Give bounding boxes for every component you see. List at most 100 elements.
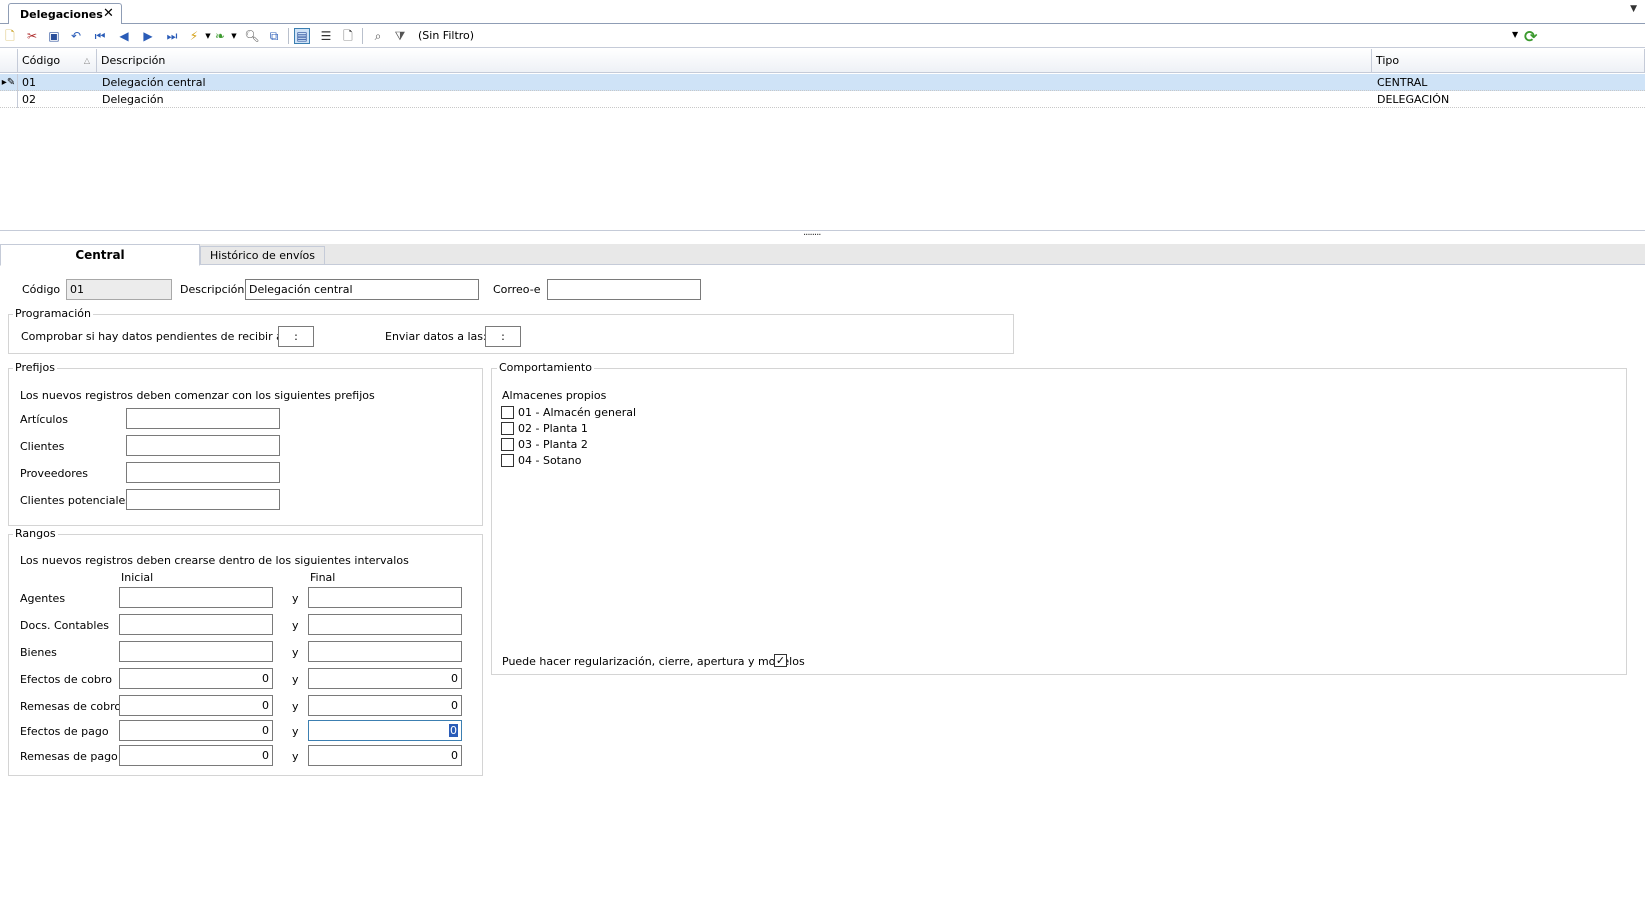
- y-label: y: [292, 673, 299, 686]
- regularizacion-label: Puede hacer regularización, cierre, aper…: [502, 655, 805, 668]
- regularizacion-checkbox[interactable]: ✓: [774, 654, 787, 667]
- correo-field[interactable]: [547, 279, 701, 300]
- column-header-descripcion[interactable]: Descripción: [97, 49, 1372, 73]
- codigo-field[interactable]: 01: [66, 279, 172, 300]
- first-record-icon[interactable]: ⏮: [92, 28, 108, 44]
- cell-tipo: CENTRAL: [1377, 76, 1428, 89]
- comprobar-time-field[interactable]: :: [278, 326, 314, 347]
- document-tab-delegaciones[interactable]: Delegaciones ✕: [8, 3, 122, 25]
- copy-icon[interactable]: ⧉: [266, 28, 282, 44]
- rango-docs-contables-final[interactable]: [308, 614, 462, 635]
- almacen-checkbox[interactable]: [501, 454, 514, 467]
- next-record-icon[interactable]: ▶: [140, 28, 156, 44]
- programacion-title: Programación: [13, 307, 93, 320]
- rango-remesas-cobro-final[interactable]: 0: [308, 695, 462, 716]
- page-icon[interactable]: 🗋: [340, 28, 356, 44]
- filter-label[interactable]: (Sin Filtro): [418, 29, 474, 42]
- toolbar: 🗋 ✂ ▣ ↶ ⏮ ◀ ▶ ⏭ ⚡ ▼ ❧ ▼ 🔍︎ ⧉ ▤ ☰ 🗋 ⌕ ⧩ (…: [0, 24, 1645, 48]
- prefijo-articulos-input[interactable]: [126, 408, 280, 429]
- previous-record-icon[interactable]: ◀: [116, 28, 132, 44]
- rango-label-remesas-cobro: Remesas de cobro: [20, 700, 122, 713]
- prefijo-label-clientes: Clientes: [20, 440, 65, 453]
- almacen-label: 03 - Planta 2: [518, 438, 588, 451]
- descripcion-field[interactable]: Delegación central: [245, 279, 479, 300]
- rango-label-agentes: Agentes: [20, 592, 66, 605]
- table-row[interactable]: 02 Delegación DELEGACIÓN: [0, 91, 1645, 108]
- row-indicator: [0, 91, 18, 108]
- inicial-header: Inicial: [121, 571, 154, 584]
- final-header: Final: [310, 571, 336, 584]
- prefijo-label-proveedores: Proveedores: [20, 467, 88, 480]
- search-icon[interactable]: ⌕: [370, 28, 386, 44]
- rango-label-remesas-pago: Remesas de pago: [20, 750, 118, 763]
- prefijo-clientes-input[interactable]: [126, 435, 280, 456]
- close-icon[interactable]: ✕: [103, 6, 114, 21]
- prefijo-label-articulos: Artículos: [20, 413, 68, 426]
- rangos-intro: Los nuevos registros deben crearse dentr…: [20, 554, 409, 567]
- new-record-icon[interactable]: 🗋: [2, 28, 18, 44]
- enviar-time-field[interactable]: :: [485, 326, 521, 347]
- cell-descripcion: Delegación central: [102, 76, 206, 89]
- chevron-down-icon[interactable]: ▼: [226, 28, 242, 44]
- splitter[interactable]: ........: [0, 227, 1645, 238]
- correo-label: Correo-e: [493, 283, 541, 296]
- prefijos-title: Prefijos: [13, 361, 57, 374]
- almacen-checkbox[interactable]: [501, 406, 514, 419]
- table-row[interactable]: ▸✎ 01 Delegación central CENTRAL: [0, 74, 1645, 91]
- cell-codigo: 02: [22, 93, 36, 106]
- cut-icon[interactable]: ✂: [24, 28, 40, 44]
- records-grid: Código △ Descripción Tipo ▸✎ 01 Delegaci…: [0, 49, 1645, 231]
- save-icon[interactable]: ▣: [46, 28, 62, 44]
- prefijo-label-clientes-potenciales: Clientes potenciales: [20, 494, 132, 507]
- rango-efectos-cobro-final[interactable]: 0: [308, 668, 462, 689]
- list-view-icon[interactable]: ☰: [318, 28, 334, 44]
- prefijos-intro: Los nuevos registros deben comenzar con …: [20, 389, 375, 402]
- almacen-label: 04 - Sotano: [518, 454, 582, 467]
- rango-label-docs-contables: Docs. Contables: [20, 619, 109, 632]
- form-view-icon[interactable]: ▤: [294, 28, 310, 44]
- pencil-icon: ▸✎: [0, 74, 18, 91]
- almacen-checkbox[interactable]: [501, 422, 514, 435]
- cell-codigo: 01: [22, 76, 36, 89]
- rango-efectos-pago-final[interactable]: 0: [308, 720, 462, 741]
- rango-remesas-pago-inicial[interactable]: 0: [119, 745, 273, 766]
- tab-historico-envios[interactable]: Histórico de envíos: [200, 246, 325, 265]
- print-preview-icon[interactable]: 🔍︎: [244, 28, 260, 44]
- y-label: y: [292, 725, 299, 738]
- tab-central[interactable]: Central: [0, 244, 200, 266]
- prefijo-proveedores-input[interactable]: [126, 462, 280, 483]
- rango-remesas-pago-final[interactable]: 0: [308, 745, 462, 766]
- comprobar-label: Comprobar si hay datos pendientes de rec…: [21, 330, 306, 343]
- last-record-icon[interactable]: ⏭: [164, 28, 180, 44]
- splitter-grip[interactable]: ........: [803, 227, 821, 238]
- rango-label-bienes: Bienes: [20, 646, 57, 659]
- sort-ascending-icon: △: [83, 56, 90, 65]
- refresh-icon[interactable]: ⟳: [1524, 27, 1537, 46]
- row-indicator-header: [0, 49, 18, 73]
- rango-bienes-final[interactable]: [308, 641, 462, 662]
- rango-bienes-inicial[interactable]: [119, 641, 273, 662]
- rango-remesas-cobro-inicial[interactable]: 0: [119, 695, 273, 716]
- filter-icon[interactable]: ⧩: [392, 28, 408, 44]
- chevron-down-icon[interactable]: ▼: [1630, 4, 1637, 14]
- chevron-down-icon[interactable]: ▼: [1512, 30, 1518, 39]
- rango-agentes-final[interactable]: [308, 587, 462, 608]
- rango-docs-contables-inicial[interactable]: [119, 614, 273, 635]
- y-label: y: [292, 619, 299, 632]
- cell-tipo: DELEGACIÓN: [1377, 93, 1450, 106]
- almacenes-propios-label: Almacenes propios: [502, 389, 607, 402]
- almacen-checkbox[interactable]: [501, 438, 514, 451]
- rango-efectos-cobro-inicial[interactable]: 0: [119, 668, 273, 689]
- enviar-label: Enviar datos a las:: [385, 330, 487, 343]
- column-header-tipo[interactable]: Tipo: [1372, 49, 1645, 73]
- y-label: y: [292, 592, 299, 605]
- rango-agentes-inicial[interactable]: [119, 587, 273, 608]
- undo-icon[interactable]: ↶: [68, 28, 84, 44]
- almacen-label: 02 - Planta 1: [518, 422, 588, 435]
- column-header-codigo[interactable]: Código △: [18, 49, 97, 73]
- document-tab-strip: Delegaciones ✕ ▼: [0, 0, 1645, 25]
- prefijo-clientes-potenciales-input[interactable]: [126, 489, 280, 510]
- rango-efectos-pago-inicial[interactable]: 0: [119, 720, 273, 741]
- descripcion-label: Descripción: [180, 283, 245, 296]
- codigo-label: Código: [22, 283, 61, 296]
